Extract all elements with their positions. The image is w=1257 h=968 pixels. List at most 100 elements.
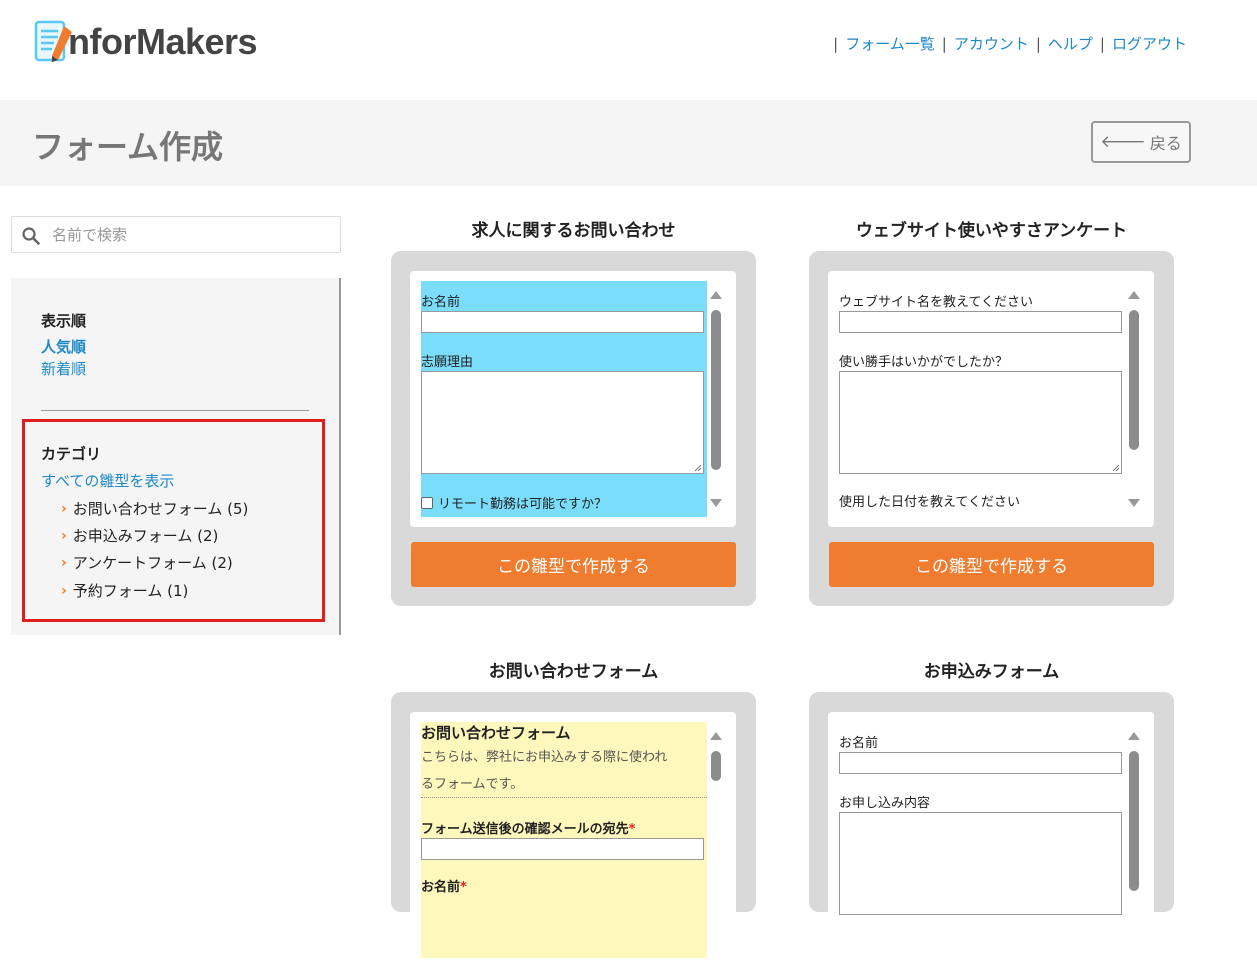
category-heading: カテゴリ bbox=[41, 445, 102, 463]
create-from-template-button[interactable]: この雛型で作成する bbox=[829, 542, 1154, 587]
category-label: 予約フォーム (1) bbox=[72, 582, 189, 600]
back-button[interactable]: 🡐 戻る bbox=[1091, 121, 1191, 163]
nav-separator: | bbox=[833, 34, 839, 53]
form-preview-area: ウェブサイト名を教えてください 使い勝手はいかがでしたか？ 使用した日付を教えて… bbox=[839, 281, 1125, 517]
description-divider bbox=[421, 797, 707, 798]
template-card-inquiry-form[interactable]: お問い合わせフォーム こちらは、弊社にお申込みする際に使われ るフォームです。 … bbox=[391, 692, 756, 968]
field-label: お申し込み内容 bbox=[839, 796, 931, 811]
chevron-right-icon: › bbox=[61, 527, 67, 544]
template-title: お申込みフォーム bbox=[923, 662, 1060, 682]
scroll-thumb bbox=[711, 751, 721, 781]
category-label: お申込みフォーム (2) bbox=[72, 527, 219, 545]
search-input[interactable] bbox=[52, 217, 337, 252]
scroll-thumb bbox=[1129, 751, 1139, 891]
page-title: フォーム作成 bbox=[32, 128, 224, 166]
form-preview-area: お名前 お申し込み内容 bbox=[839, 722, 1125, 958]
form-preview-area: お名前 志願理由 リモート勤務は可能ですか？ bbox=[421, 281, 707, 517]
scroll-up-icon bbox=[710, 732, 722, 740]
template-preview: ウェブサイト名を教えてください 使い勝手はいかがでしたか？ 使用した日付を教えて… bbox=[828, 271, 1154, 527]
textarea-field bbox=[421, 371, 704, 474]
header: nforMakers | フォーム一覧 | アカウント | ヘルプ | ログアウ… bbox=[0, 0, 1257, 100]
show-all-templates-link[interactable]: すべての雛型を表示 bbox=[41, 470, 174, 491]
logo[interactable]: nforMakers bbox=[34, 16, 258, 68]
checkbox-label: リモート勤務は可能ですか？ bbox=[438, 497, 608, 512]
search-icon bbox=[22, 227, 40, 245]
category-label: アンケートフォーム (2) bbox=[72, 554, 233, 572]
scroll-up-icon bbox=[1128, 291, 1140, 299]
logo-text: nforMakers bbox=[68, 21, 258, 62]
scroll-down-icon bbox=[710, 499, 722, 507]
category-item-survey[interactable]: › アンケートフォーム (2) bbox=[61, 552, 233, 573]
back-button-label: 戻る bbox=[1149, 134, 1182, 153]
sort-heading: 表示順 bbox=[41, 312, 87, 330]
field-label-text: フォーム送信後の確認メールの宛先 bbox=[421, 822, 629, 837]
sidebar-divider bbox=[41, 410, 309, 411]
form-heading: お問い合わせフォーム bbox=[421, 724, 571, 742]
sort-popular-link[interactable]: 人気順 bbox=[41, 336, 86, 357]
scroll-up-icon bbox=[1128, 732, 1140, 740]
template-card-job-inquiry[interactable]: お名前 志願理由 リモート勤務は可能ですか？ この雛型で作成する bbox=[391, 251, 756, 606]
nav-form-list[interactable]: フォーム一覧 bbox=[845, 33, 935, 54]
nav-separator: | bbox=[1099, 34, 1105, 53]
template-title: お問い合わせフォーム bbox=[488, 662, 659, 682]
preview-scrollbar[interactable] bbox=[707, 281, 725, 517]
form-description: るフォームです。 bbox=[421, 777, 524, 792]
sidebar: 表示順 人気順 新着順 カテゴリ すべての雛型を表示 › お問い合わせフォーム … bbox=[11, 278, 341, 635]
category-item-application[interactable]: › お申込みフォーム (2) bbox=[61, 525, 218, 546]
scroll-thumb bbox=[711, 310, 721, 470]
nav-account[interactable]: アカウント bbox=[954, 33, 1029, 54]
nav-separator: | bbox=[1035, 34, 1041, 53]
chevron-right-icon: › bbox=[61, 554, 67, 571]
checkbox bbox=[421, 496, 433, 509]
category-item-reservation[interactable]: › 予約フォーム (1) bbox=[61, 580, 188, 601]
top-navigation: | フォーム一覧 | アカウント | ヘルプ | ログアウト bbox=[826, 33, 1187, 54]
template-card-usability-survey[interactable]: ウェブサイト名を教えてください 使い勝手はいかがでしたか？ 使用した日付を教えて… bbox=[809, 251, 1174, 606]
category-label: お問い合わせフォーム (5) bbox=[72, 500, 249, 518]
text-field bbox=[421, 311, 704, 333]
preview-scrollbar[interactable] bbox=[1125, 722, 1143, 958]
template-preview: お名前 志願理由 リモート勤務は可能ですか？ bbox=[410, 271, 736, 527]
template-title: 求人に関するお問い合わせ bbox=[471, 221, 676, 241]
form-preview-area: お問い合わせフォーム こちらは、弊社にお申込みする際に使われ るフォームです。 … bbox=[421, 722, 707, 958]
scroll-up-icon bbox=[710, 291, 722, 299]
field-label: 使用した日付を教えてください bbox=[839, 495, 1020, 510]
scroll-thumb bbox=[1129, 310, 1139, 450]
title-bar: フォーム作成 🡐 戻る bbox=[0, 100, 1257, 186]
field-label: 使い勝手はいかがでしたか？ bbox=[839, 355, 1009, 370]
required-mark: * bbox=[460, 880, 467, 895]
text-field bbox=[839, 752, 1122, 774]
nav-logout[interactable]: ログアウト bbox=[1112, 33, 1187, 54]
textarea-field bbox=[839, 812, 1122, 915]
preview-scrollbar[interactable] bbox=[1125, 281, 1143, 517]
template-title: ウェブサイト使いやすさアンケート bbox=[855, 221, 1128, 241]
template-preview: お名前 お申し込み内容 bbox=[828, 712, 1154, 968]
template-card-application-form[interactable]: お名前 お申し込み内容 bbox=[809, 692, 1174, 968]
document-pencil-icon bbox=[34, 18, 74, 66]
create-from-template-button[interactable]: この雛型で作成する bbox=[411, 542, 736, 587]
text-field bbox=[421, 838, 704, 860]
chevron-right-icon: › bbox=[61, 500, 67, 517]
field-label: お名前 bbox=[421, 295, 461, 310]
category-item-inquiry[interactable]: › お問い合わせフォーム (5) bbox=[61, 498, 248, 519]
sort-newest-link[interactable]: 新着順 bbox=[41, 358, 86, 379]
textarea-field bbox=[839, 371, 1122, 474]
scroll-down-icon bbox=[1128, 499, 1140, 507]
chevron-right-icon: › bbox=[61, 582, 67, 599]
field-label: 志願理由 bbox=[421, 355, 474, 370]
required-mark: * bbox=[628, 822, 636, 837]
preview-scrollbar[interactable] bbox=[707, 722, 725, 958]
checkbox-row: リモート勤務は可能ですか？ bbox=[421, 493, 607, 512]
nav-separator: | bbox=[941, 34, 947, 53]
form-description: こちらは、弊社にお申込みする際に使われ bbox=[421, 750, 668, 765]
field-label: フォーム送信後の確認メールの宛先* bbox=[421, 818, 635, 837]
resize-grip-icon bbox=[1112, 464, 1120, 472]
field-label-text: お名前 bbox=[421, 880, 461, 895]
field-label: ウェブサイト名を教えてください bbox=[839, 295, 1033, 310]
search-box bbox=[11, 216, 341, 253]
text-field bbox=[839, 311, 1122, 333]
template-preview: お問い合わせフォーム こちらは、弊社にお申込みする際に使われ るフォームです。 … bbox=[410, 712, 736, 968]
field-label: お名前 bbox=[839, 736, 879, 751]
arrow-left-icon: 🡐 bbox=[1100, 132, 1146, 152]
resize-grip-icon bbox=[694, 464, 702, 472]
nav-help[interactable]: ヘルプ bbox=[1048, 33, 1093, 54]
